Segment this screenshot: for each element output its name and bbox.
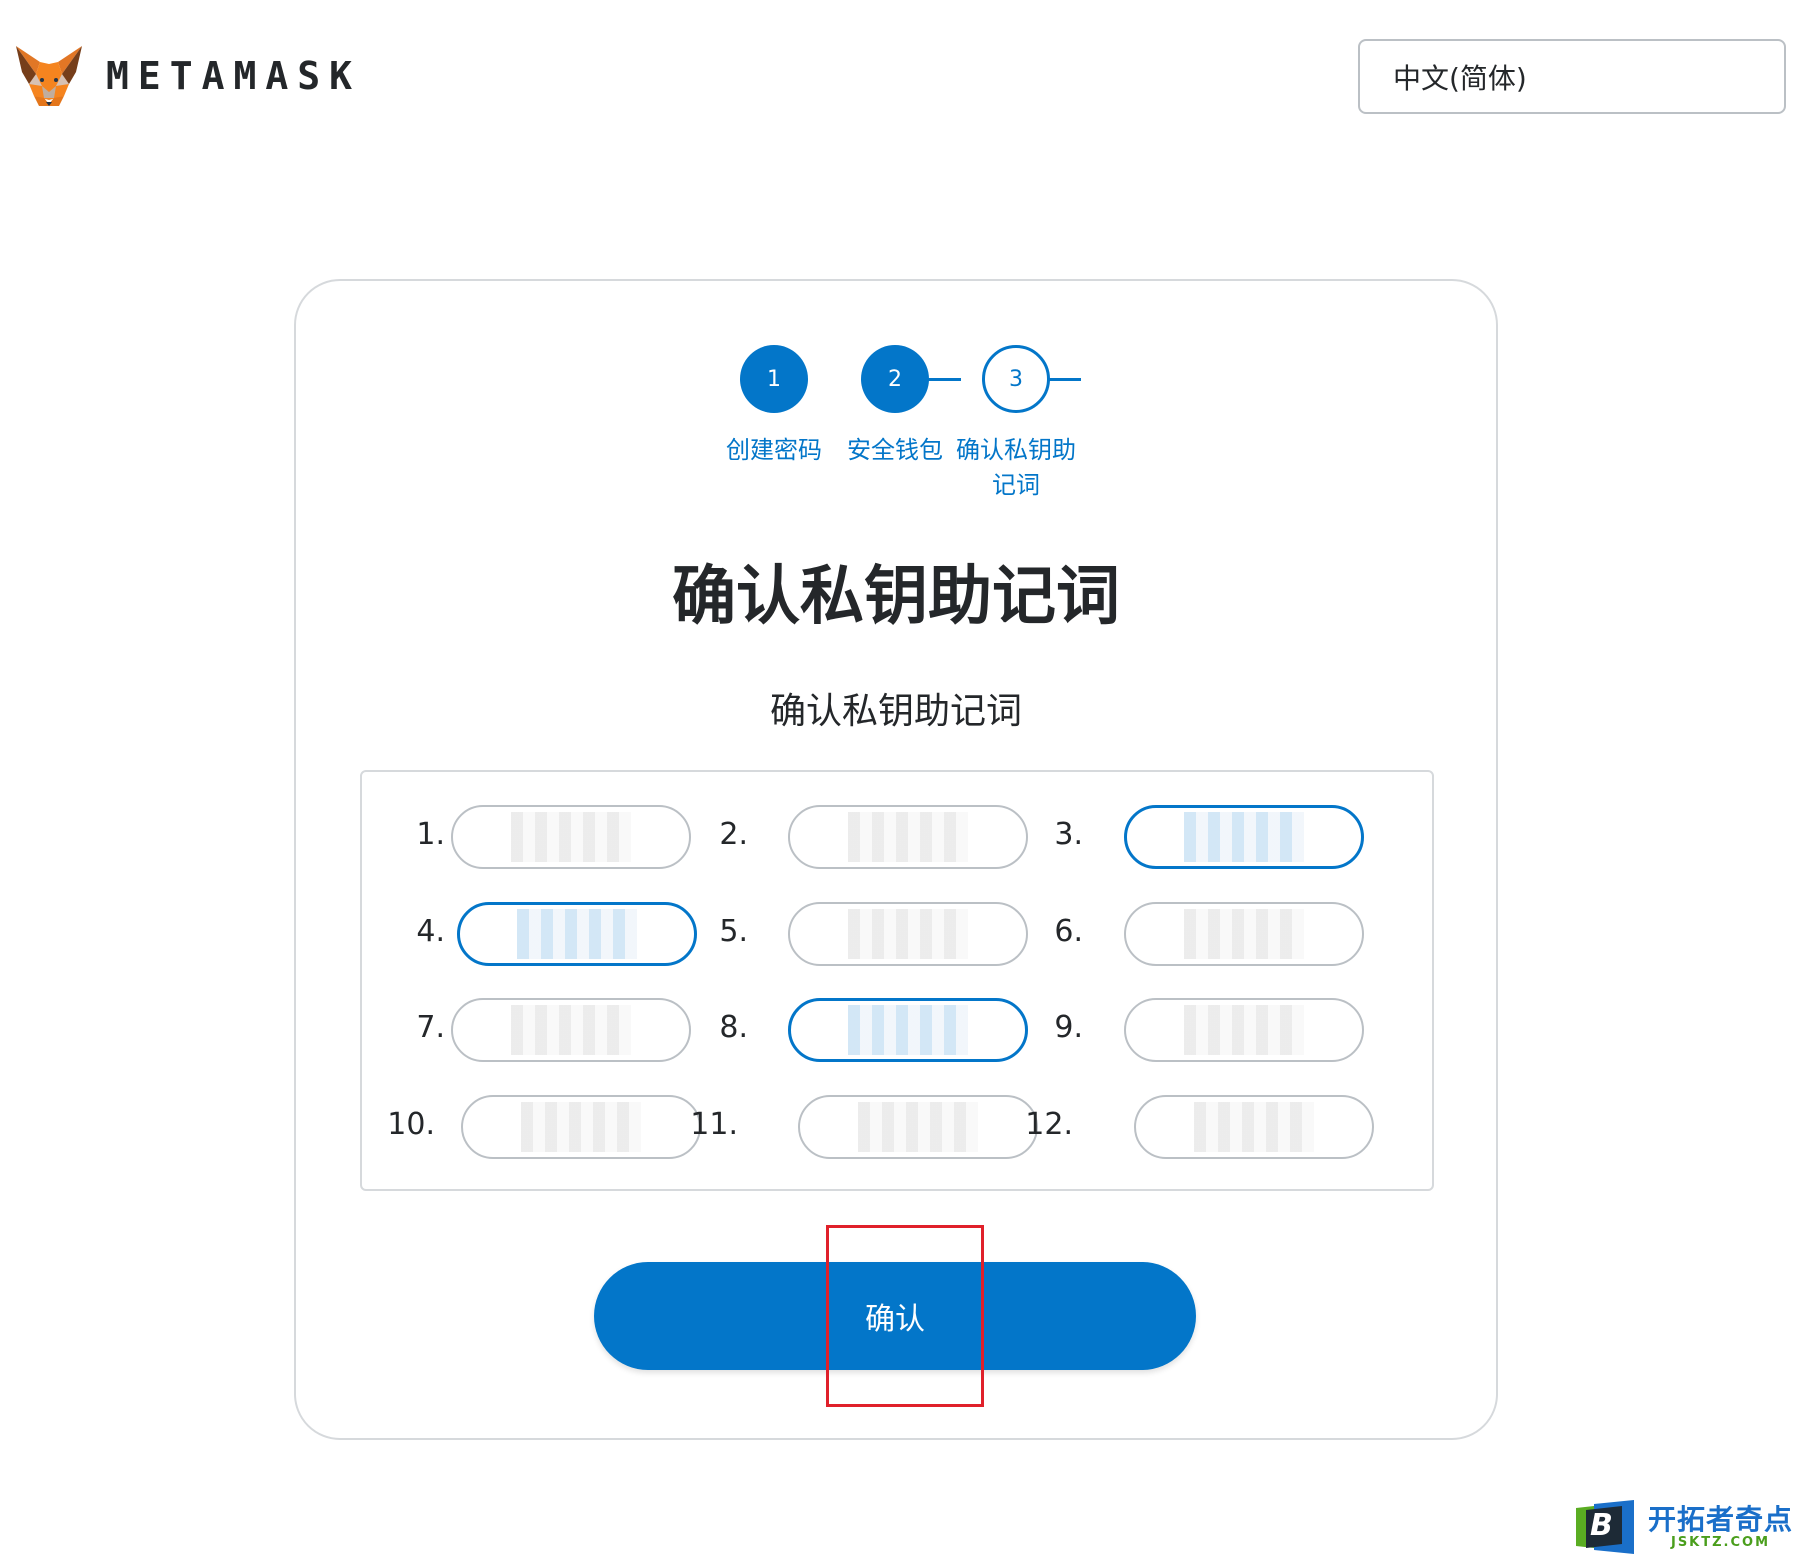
watermark-badge-icon: B — [1572, 1500, 1638, 1554]
seed-word-slot[interactable] — [788, 902, 1028, 966]
word-number: 4. — [416, 914, 445, 949]
page-title: 确认私钥助记词 — [672, 560, 1120, 634]
language-select[interactable]: 中文(简体) — [1358, 39, 1786, 114]
word-number: 8. — [719, 1010, 748, 1045]
word-number: 1. — [416, 817, 445, 852]
watermark-title: 开拓者奇点 — [1648, 1503, 1794, 1536]
seed-word-slot[interactable] — [788, 805, 1028, 869]
redaction-mosaic — [848, 909, 968, 959]
word-number: 6. — [1054, 914, 1083, 949]
word-number: 9. — [1054, 1010, 1083, 1045]
step-3-label: 确认私钥助 记词 — [956, 436, 1076, 499]
step-3-circle: 3 — [982, 345, 1050, 413]
redaction-mosaic — [517, 909, 637, 959]
seed-word-slot[interactable] — [1124, 902, 1364, 966]
step-2-label: 安全钱包 — [847, 436, 943, 464]
redaction-mosaic — [848, 1005, 968, 1055]
seed-word-slot[interactable] — [461, 1095, 701, 1159]
step-3-number: 3 — [1009, 366, 1023, 392]
step-2-circle: 2 — [861, 345, 929, 413]
word-number: 11. — [690, 1107, 738, 1142]
word-number: 12. — [1025, 1107, 1073, 1142]
redaction-mosaic — [858, 1102, 978, 1152]
app-header: METAMASK 中文(简体) — [0, 0, 1808, 150]
metamask-wordmark: METAMASK — [106, 54, 362, 98]
metamask-fox-icon — [14, 44, 84, 108]
seed-word-slot[interactable] — [1134, 1095, 1374, 1159]
metamask-logo[interactable]: METAMASK — [14, 44, 361, 108]
word-number: 5. — [719, 914, 748, 949]
redaction-mosaic — [521, 1102, 641, 1152]
seed-word-slot[interactable] — [451, 805, 691, 869]
step-1-circle: 1 — [740, 345, 808, 413]
seed-word-slot[interactable] — [798, 1095, 1038, 1159]
seed-word-slot[interactable] — [788, 998, 1028, 1062]
step-1-label: 创建密码 — [726, 436, 822, 464]
site-watermark: B 开拓者奇点 JSKTZ.COM — [1572, 1500, 1793, 1554]
seed-word-slot[interactable] — [1124, 998, 1364, 1062]
word-number: 3. — [1054, 817, 1083, 852]
word-number: 7. — [416, 1010, 445, 1045]
redaction-mosaic — [1184, 909, 1304, 959]
page-subtitle: 确认私钥助记词 — [769, 691, 1022, 732]
step-1-number: 1 — [767, 366, 781, 392]
redaction-mosaic — [511, 812, 631, 862]
word-number: 2. — [719, 817, 748, 852]
redaction-mosaic — [1184, 812, 1304, 862]
redaction-mosaic — [848, 812, 968, 862]
seed-word-slot[interactable] — [451, 998, 691, 1062]
redaction-mosaic — [1194, 1102, 1314, 1152]
seed-word-slot[interactable] — [457, 902, 697, 966]
seed-word-slot[interactable] — [1124, 805, 1364, 869]
confirm-button[interactable]: 确认 — [594, 1262, 1196, 1370]
redaction-mosaic — [511, 1005, 631, 1055]
watermark-subtitle: JSKTZ.COM — [1670, 1535, 1771, 1550]
redaction-mosaic — [1184, 1005, 1304, 1055]
step-2-number: 2 — [888, 366, 902, 392]
word-number: 10. — [387, 1107, 435, 1142]
watermark-badge-letter: B — [1590, 1508, 1613, 1543]
